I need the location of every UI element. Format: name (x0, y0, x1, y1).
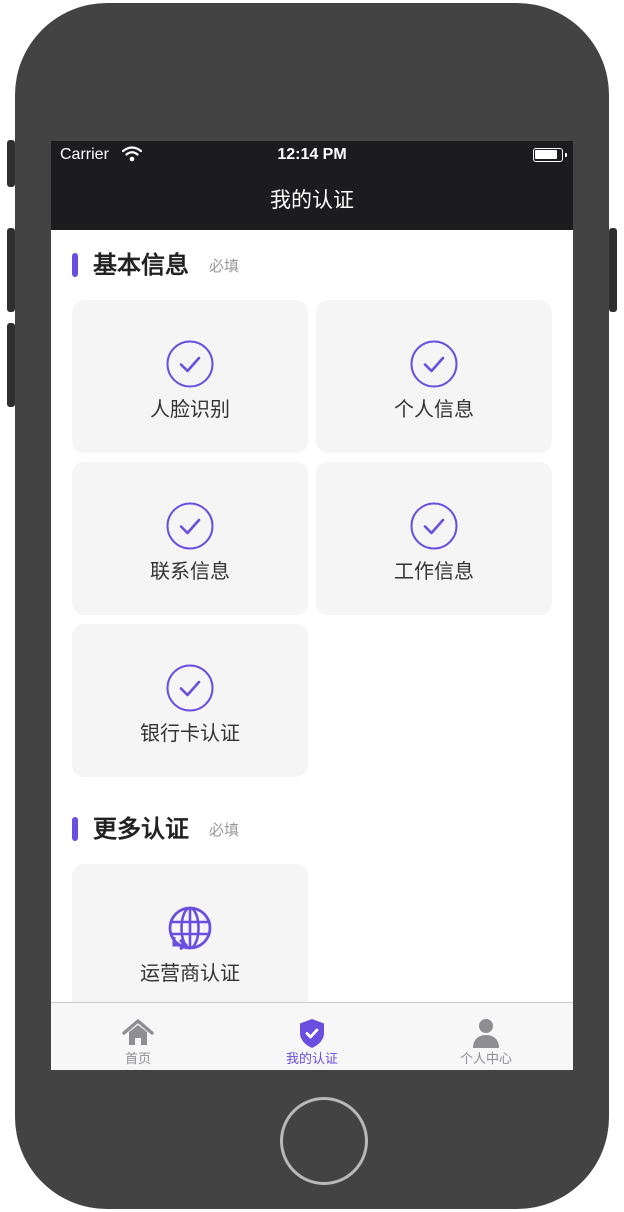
globe-icon (168, 906, 212, 951)
section-accent-bar (72, 817, 78, 841)
card-bank-card[interactable]: 银行卡认证 (72, 624, 308, 777)
tab-home[interactable]: 首页 (51, 1003, 225, 1070)
screen: Carrier 12:14 PM 我的认证 基本信息 必填 人脸识别 个人信息 (51, 141, 573, 1070)
card-contact-info[interactable]: 联系信息 (72, 462, 308, 615)
nav-bar: 我的认证 (51, 171, 573, 230)
card-label: 运营商认证 (140, 961, 240, 985)
section-accent-bar (72, 253, 78, 277)
volume-down-button[interactable] (7, 323, 15, 407)
tab-personal-center[interactable]: 个人中心 (399, 1003, 573, 1070)
mute-switch[interactable] (7, 140, 15, 187)
tab-label: 个人中心 (459, 1052, 512, 1067)
card-label: 人脸识别 (150, 397, 230, 421)
power-button[interactable] (609, 228, 617, 312)
card-carrier-auth[interactable]: 运营商认证 (72, 864, 308, 1017)
tab-label: 我的认证 (285, 1052, 338, 1067)
battery-icon (533, 148, 567, 162)
tab-bar: 首页 我的认证 个人中心 (51, 1002, 573, 1070)
status-bar: Carrier 12:14 PM (51, 141, 573, 171)
status-time: 12:14 PM (277, 146, 347, 163)
home-icon (122, 1019, 154, 1045)
page-title: 我的认证 (270, 188, 354, 212)
check-circle-icon (410, 502, 458, 550)
card-label: 银行卡认证 (140, 721, 240, 745)
card-work-info[interactable]: 工作信息 (316, 462, 552, 615)
card-label: 工作信息 (394, 559, 474, 583)
check-circle-icon (166, 664, 214, 712)
card-personal-info[interactable]: 个人信息 (316, 300, 552, 453)
check-circle-icon (410, 340, 458, 388)
card-face-recognition[interactable]: 人脸识别 (72, 300, 308, 453)
tab-label: 首页 (124, 1052, 151, 1067)
volume-up-button[interactable] (7, 228, 15, 312)
section-title: 更多认证 (93, 815, 189, 843)
section-title: 基本信息 (93, 251, 189, 279)
home-button[interactable] (280, 1097, 368, 1185)
check-circle-icon (166, 502, 214, 550)
required-tag: 必填 (209, 257, 240, 275)
tab-my-auth[interactable]: 我的认证 (225, 1003, 399, 1070)
card-label: 个人信息 (394, 397, 474, 421)
person-icon (473, 1019, 499, 1048)
check-circle-icon (166, 340, 214, 388)
required-tag: 必填 (209, 821, 240, 839)
shield-check-icon (300, 1019, 324, 1048)
card-label: 联系信息 (150, 559, 230, 583)
